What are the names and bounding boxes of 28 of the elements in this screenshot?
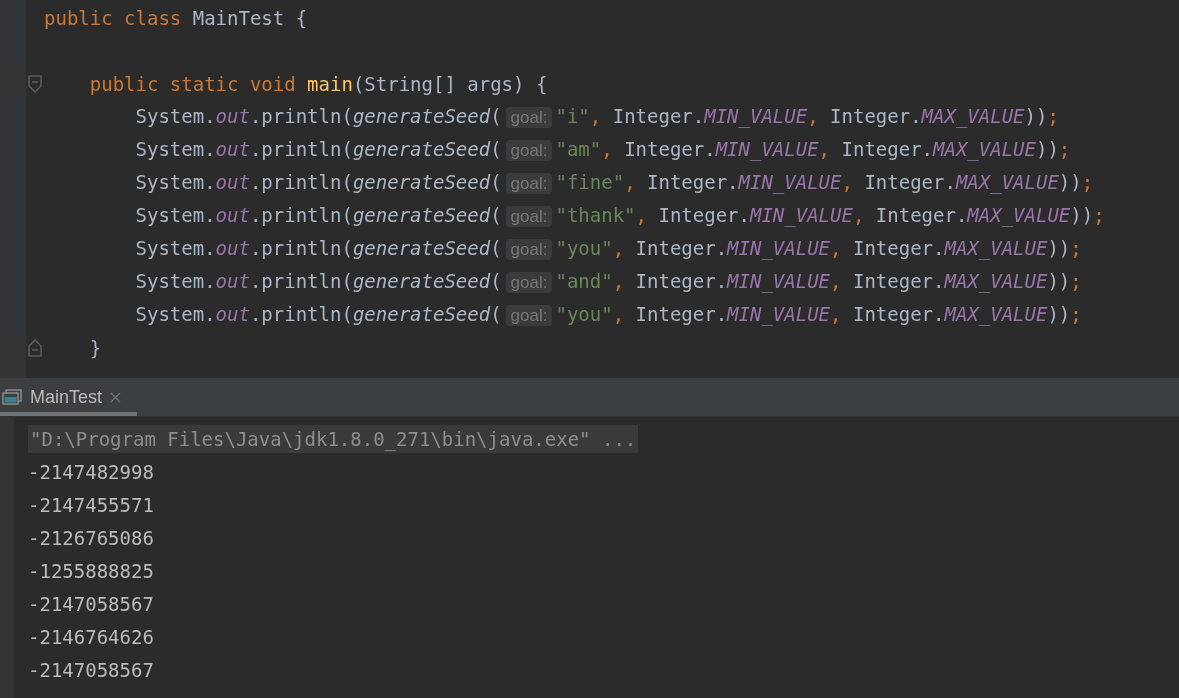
inlay-hint: goal: bbox=[505, 139, 553, 161]
inlay-hint: goal: bbox=[505, 238, 553, 260]
code-line: System.out.println(generateSeed( goal: "fine", Integer.MIN_VALUE, Integer.MAX_VALUE)); bbox=[134, 169, 1094, 196]
code-line: System.out.println(generateSeed( goal: "thank", Integer.MIN_VALUE, Integer.MAX_VALUE)); bbox=[134, 202, 1105, 229]
console-output-line: -1255888825 bbox=[28, 559, 154, 582]
console-output-line: -2126765086 bbox=[28, 526, 154, 549]
code-line: System.out.println(generateSeed( goal: "i", Integer.MIN_VALUE, Integer.MAX_VALUE)); bbox=[134, 103, 1059, 130]
code-line: System.out.println(generateSeed( goal: "and", Integer.MIN_VALUE, Integer.MAX_VALUE)); bbox=[134, 268, 1082, 295]
run-tab[interactable]: MainTest bbox=[0, 378, 138, 416]
inlay-hint: goal: bbox=[505, 304, 553, 326]
code-line: public static void main(String[] args) { bbox=[88, 71, 548, 96]
inlay-hint: goal: bbox=[505, 172, 553, 194]
code-line: public class MainTest { bbox=[44, 5, 308, 30]
console-output-line: -2147455571 bbox=[28, 493, 154, 516]
inlay-hint: goal: bbox=[505, 205, 553, 227]
console-output-line: -2146764626 bbox=[28, 625, 154, 648]
inlay-hint: goal: bbox=[505, 106, 553, 128]
fold-marker-icon[interactable] bbox=[28, 338, 42, 357]
console-output-line: -2147482998 bbox=[28, 460, 154, 483]
close-icon[interactable] bbox=[110, 391, 122, 403]
code-line: System.out.println(generateSeed( goal: "am", Integer.MIN_VALUE, Integer.MAX_VALUE)); bbox=[134, 136, 1071, 163]
code-line: System.out.println(generateSeed( goal: "you", Integer.MIN_VALUE, Integer.MAX_VALUE)); bbox=[134, 301, 1082, 328]
inlay-hint: goal: bbox=[505, 271, 553, 293]
console-output-line: -2147058567 bbox=[28, 658, 154, 681]
code-line: } bbox=[88, 335, 102, 360]
fold-marker-icon[interactable] bbox=[28, 74, 42, 93]
console-output-line: -2147058567 bbox=[28, 592, 154, 615]
code-line: System.out.println(generateSeed( goal: "you", Integer.MIN_VALUE, Integer.MAX_VALUE)); bbox=[134, 235, 1082, 262]
